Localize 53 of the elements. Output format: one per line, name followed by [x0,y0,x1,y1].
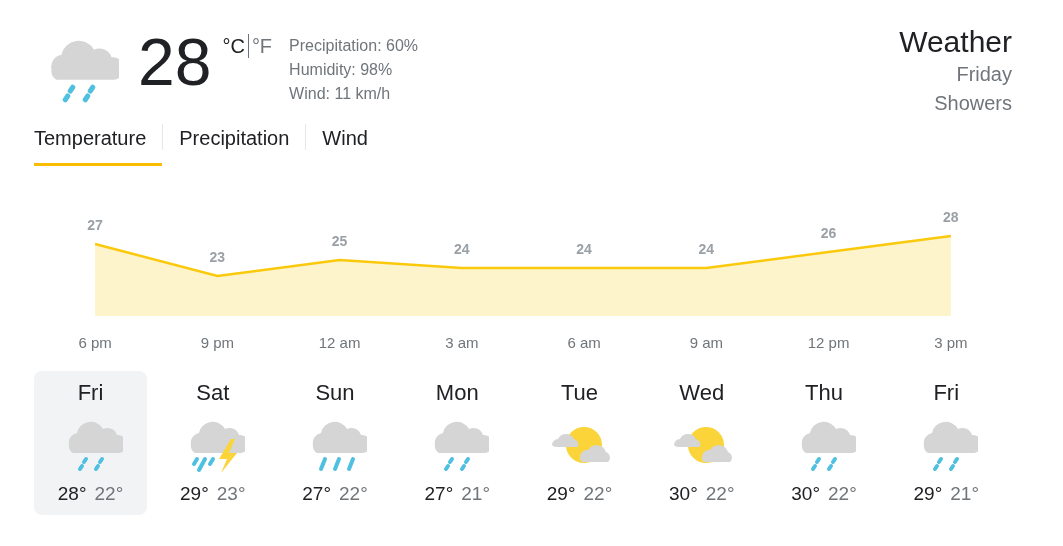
high-temperature: 28° [57,481,87,506]
axis-label: 6 pm [78,333,112,353]
axis-label: 12 am [318,333,361,353]
low-temperature: 22° [583,481,613,506]
high-temperature: 30° [791,481,820,506]
day-name: Thu [805,378,843,407]
tab[interactable]: Wind [306,124,384,166]
low-temperature: 22° [828,481,857,506]
axis-label: 3 am [445,333,479,353]
high-temperature: 29° [546,481,576,506]
low-temperature: 21° [461,481,490,506]
fahrenheit-toggle[interactable]: °F [248,34,276,58]
data-label: 28 [943,209,959,225]
high-temperature: 27° [302,481,331,506]
tab[interactable]: Temperature [34,124,163,166]
data-label: 23 [209,249,226,265]
axis-label: 6 am [567,333,601,353]
detail-text: Precipitation: 60% [289,36,419,56]
day-card[interactable]: Fri 28° 22° [34,370,147,515]
axis-label: 3 pm [934,333,968,353]
high-temperature: 29° [180,481,209,506]
low-temperature: 22° [705,481,735,506]
high-temperature: 29° [913,481,943,506]
high-temperature: 30° [669,481,698,506]
detail-text: Wind: 11 km/h [289,84,392,104]
day-name: Mon [435,378,479,407]
day-name: Fri [77,378,104,407]
celsius-toggle[interactable]: °C [219,34,248,58]
tab[interactable]: Precipitation [163,124,306,166]
low-temperature: 22° [94,481,124,506]
day-name: Sat [196,378,230,407]
day-name: Tue [560,378,599,407]
condition-label: Showers [934,91,1012,116]
data-label: 27 [87,217,103,233]
high-temperature: 27° [424,481,454,506]
day-name: Wed [679,378,725,407]
weather-title: Weather [899,24,1012,60]
axis-label: 9 pm [200,333,235,353]
detail-text: Humidity: 98% [289,60,394,80]
data-label: 24 [698,241,715,257]
data-label: 25 [331,233,348,249]
temperature-value: 28 [138,24,212,100]
day-name: Fri [933,378,960,407]
day-name: Sun [315,378,355,407]
axis-label: 9 am [689,333,724,353]
data-label: 26 [820,225,837,241]
axis-label: 12 pm [807,333,850,353]
data-label: 24 [576,241,592,257]
low-temperature: 22° [339,481,368,506]
data-label: 24 [454,241,470,257]
day-label: Friday [956,62,1012,87]
low-temperature: 23° [216,481,246,506]
low-temperature: 21° [950,481,979,506]
